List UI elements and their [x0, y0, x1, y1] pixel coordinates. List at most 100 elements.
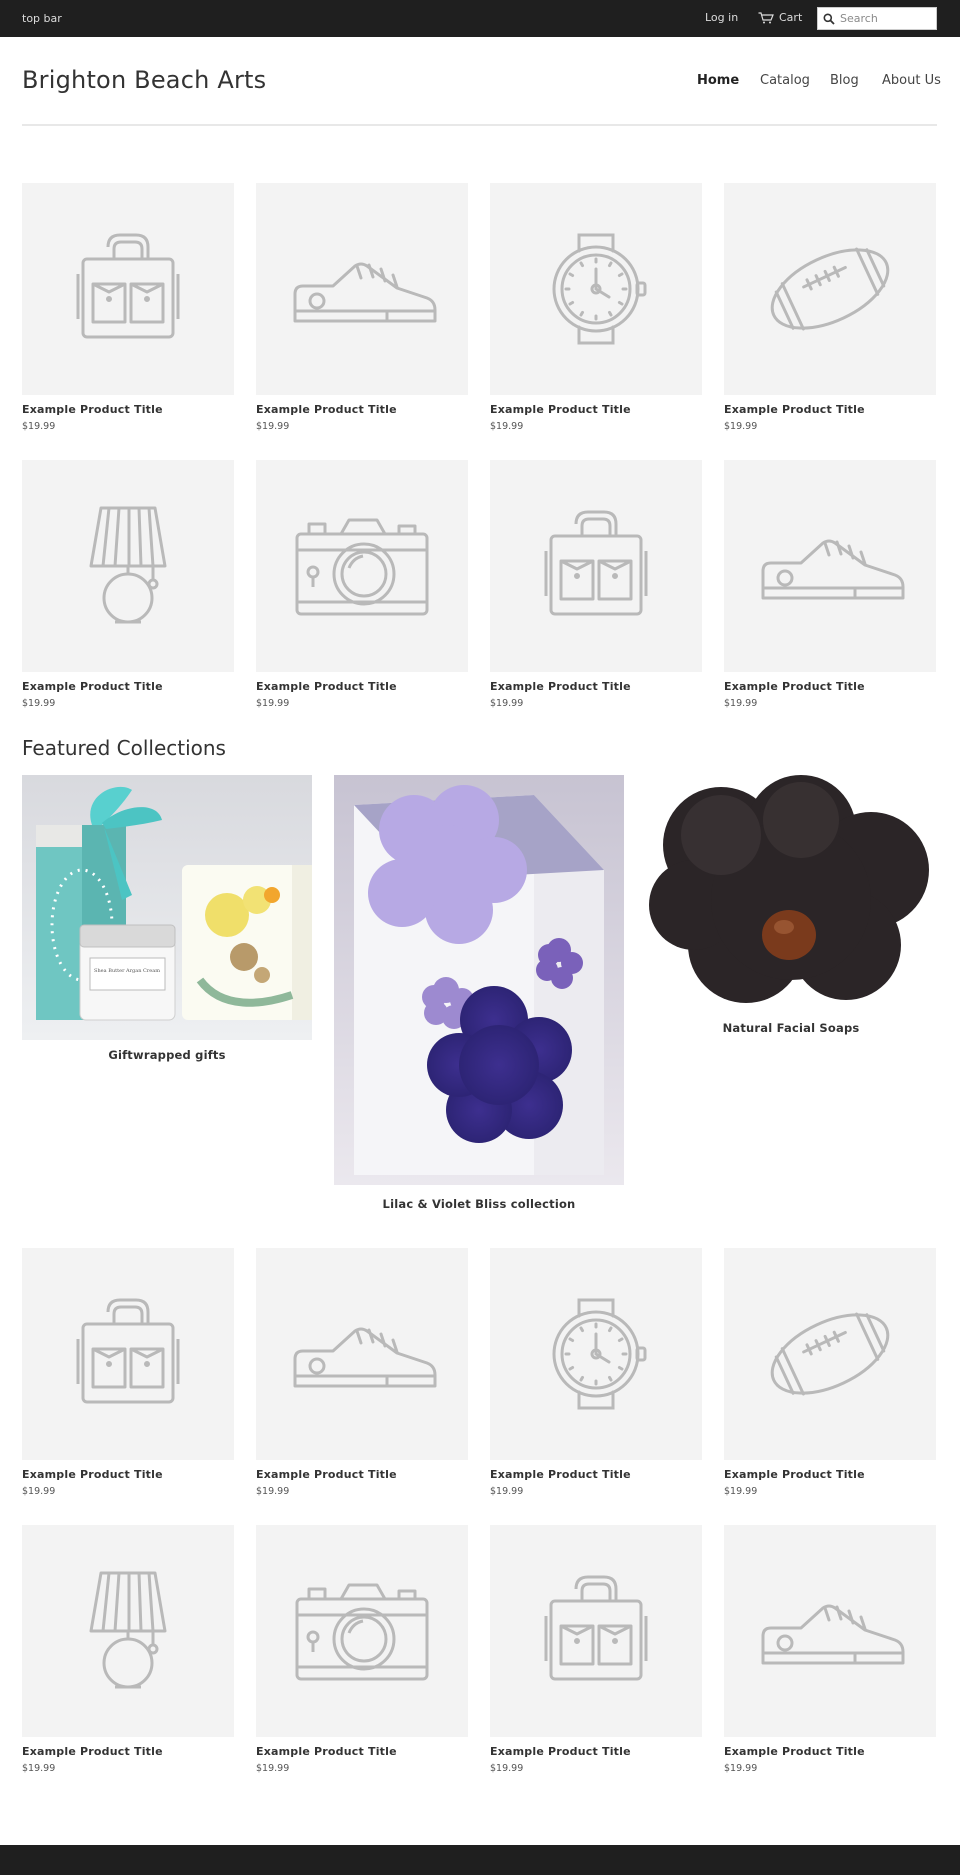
- product-card[interactable]: Example Product Title $19.99: [724, 460, 936, 709]
- product-image[interactable]: [490, 183, 702, 395]
- product-price: $19.99: [256, 698, 290, 709]
- product-image[interactable]: [724, 183, 936, 395]
- product-price: $19.99: [256, 421, 290, 432]
- product-title[interactable]: Example Product Title: [724, 1468, 936, 1481]
- product-image[interactable]: [724, 1525, 936, 1737]
- nav-blog[interactable]: Blog: [830, 73, 859, 88]
- top-bar-text: top bar: [22, 12, 62, 25]
- cart-label: Cart: [779, 11, 803, 24]
- product-price: $19.99: [724, 1763, 758, 1774]
- product-card[interactable]: Example Product Title $19.99: [490, 183, 702, 432]
- camera-icon: [295, 1583, 429, 1681]
- product-title[interactable]: Example Product Title: [256, 680, 468, 693]
- site-title[interactable]: Brighton Beach Arts: [22, 66, 266, 94]
- product-price: $19.99: [490, 1763, 524, 1774]
- sneaker-icon: [293, 262, 437, 323]
- collection-giftwrapped-gifts[interactable]: Shea Butter Argan Cream Giftwrapped gift…: [22, 775, 312, 1062]
- collection-title[interactable]: Giftwrapped gifts: [22, 1048, 312, 1062]
- product-image[interactable]: [724, 1248, 936, 1460]
- product-title[interactable]: Example Product Title: [724, 403, 936, 416]
- collection-title[interactable]: Natural Facial Soaps: [646, 1021, 936, 1035]
- product-card[interactable]: Example Product Title $19.99: [724, 1525, 936, 1774]
- product-price: $19.99: [22, 698, 56, 709]
- product-image[interactable]: [256, 460, 468, 672]
- product-title[interactable]: Example Product Title: [490, 403, 702, 416]
- product-title[interactable]: Example Product Title: [256, 1745, 468, 1758]
- product-title[interactable]: Example Product Title: [724, 1745, 936, 1758]
- product-image[interactable]: [724, 460, 936, 672]
- product-image[interactable]: [490, 460, 702, 672]
- product-card[interactable]: Example Product Title $19.99: [256, 460, 468, 709]
- nav-catalog[interactable]: Catalog: [760, 73, 810, 88]
- bag-icon: [76, 233, 180, 339]
- black-soap-image: [646, 775, 936, 1015]
- product-card[interactable]: Example Product Title $19.99: [22, 1248, 234, 1497]
- bag-icon: [544, 510, 648, 616]
- product-price: $19.99: [490, 421, 524, 432]
- watch-icon: [552, 1298, 647, 1410]
- product-image[interactable]: [256, 1525, 468, 1737]
- product-card[interactable]: Example Product Title $19.99: [22, 460, 234, 709]
- product-title[interactable]: Example Product Title: [256, 403, 468, 416]
- bag-icon: [544, 1575, 648, 1681]
- product-card[interactable]: Example Product Title $19.99: [490, 1525, 702, 1774]
- product-price: $19.99: [22, 1763, 56, 1774]
- gift-soap-image: Shea Butter Argan Cream: [22, 775, 312, 1040]
- product-image[interactable]: [256, 1248, 468, 1460]
- product-title[interactable]: Example Product Title: [724, 680, 936, 693]
- product-image[interactable]: [490, 1248, 702, 1460]
- collection-lilac-violet-bliss[interactable]: Lilac & Violet Bliss collection: [334, 775, 624, 1211]
- product-title[interactable]: Example Product Title: [490, 1745, 702, 1758]
- nav-home[interactable]: Home: [697, 73, 739, 88]
- header-divider: [22, 124, 937, 126]
- watch-icon: [552, 233, 647, 345]
- sneaker-icon: [761, 539, 905, 600]
- product-card[interactable]: Example Product Title $19.99: [490, 460, 702, 709]
- product-image[interactable]: [490, 1525, 702, 1737]
- product-title[interactable]: Example Product Title: [22, 1745, 234, 1758]
- product-title[interactable]: Example Product Title: [22, 1468, 234, 1481]
- product-price: $19.99: [22, 1486, 56, 1497]
- product-image[interactable]: [22, 1525, 234, 1737]
- product-price: $19.99: [256, 1763, 290, 1774]
- collection-image[interactable]: [646, 775, 936, 1015]
- search-input[interactable]: [840, 10, 934, 27]
- cart-link[interactable]: Cart: [758, 11, 802, 24]
- product-price: $19.99: [724, 1486, 758, 1497]
- product-title[interactable]: Example Product Title: [490, 680, 702, 693]
- search-box[interactable]: [817, 7, 937, 30]
- nav-about-us[interactable]: About Us: [882, 73, 941, 88]
- product-card[interactable]: Example Product Title $19.99: [724, 1248, 936, 1497]
- football-icon: [770, 1312, 890, 1396]
- product-price: $19.99: [724, 698, 758, 709]
- cart-icon: [758, 11, 774, 23]
- product-card[interactable]: Example Product Title $19.99: [724, 183, 936, 432]
- product-image[interactable]: [256, 183, 468, 395]
- product-price: $19.99: [724, 421, 758, 432]
- product-title[interactable]: Example Product Title: [490, 1468, 702, 1481]
- product-title[interactable]: Example Product Title: [22, 403, 234, 416]
- product-image[interactable]: [22, 460, 234, 672]
- lamp-icon: [89, 506, 167, 624]
- jar-label-text: Shea Butter Argan Cream: [94, 968, 160, 974]
- product-title[interactable]: Example Product Title: [22, 680, 234, 693]
- collection-image[interactable]: Shea Butter Argan Cream: [22, 775, 312, 1040]
- product-title[interactable]: Example Product Title: [256, 1468, 468, 1481]
- product-card[interactable]: Example Product Title $19.99: [22, 1525, 234, 1774]
- product-price: $19.99: [490, 698, 524, 709]
- product-card[interactable]: Example Product Title $19.99: [256, 183, 468, 432]
- featured-collections-title: Featured Collections: [22, 736, 226, 760]
- collection-title[interactable]: Lilac & Violet Bliss collection: [334, 1197, 624, 1211]
- product-card[interactable]: Example Product Title $19.99: [256, 1248, 468, 1497]
- footer: [0, 1845, 960, 1875]
- product-price: $19.99: [256, 1486, 290, 1497]
- product-image[interactable]: [22, 183, 234, 395]
- product-card[interactable]: Example Product Title $19.99: [256, 1525, 468, 1774]
- collection-image[interactable]: [334, 775, 624, 1185]
- collection-natural-facial-soaps[interactable]: Natural Facial Soaps: [646, 775, 936, 1035]
- product-price: $19.99: [490, 1486, 524, 1497]
- product-card[interactable]: Example Product Title $19.99: [22, 183, 234, 432]
- product-card[interactable]: Example Product Title $19.99: [490, 1248, 702, 1497]
- product-image[interactable]: [22, 1248, 234, 1460]
- login-link[interactable]: Log in: [705, 11, 738, 24]
